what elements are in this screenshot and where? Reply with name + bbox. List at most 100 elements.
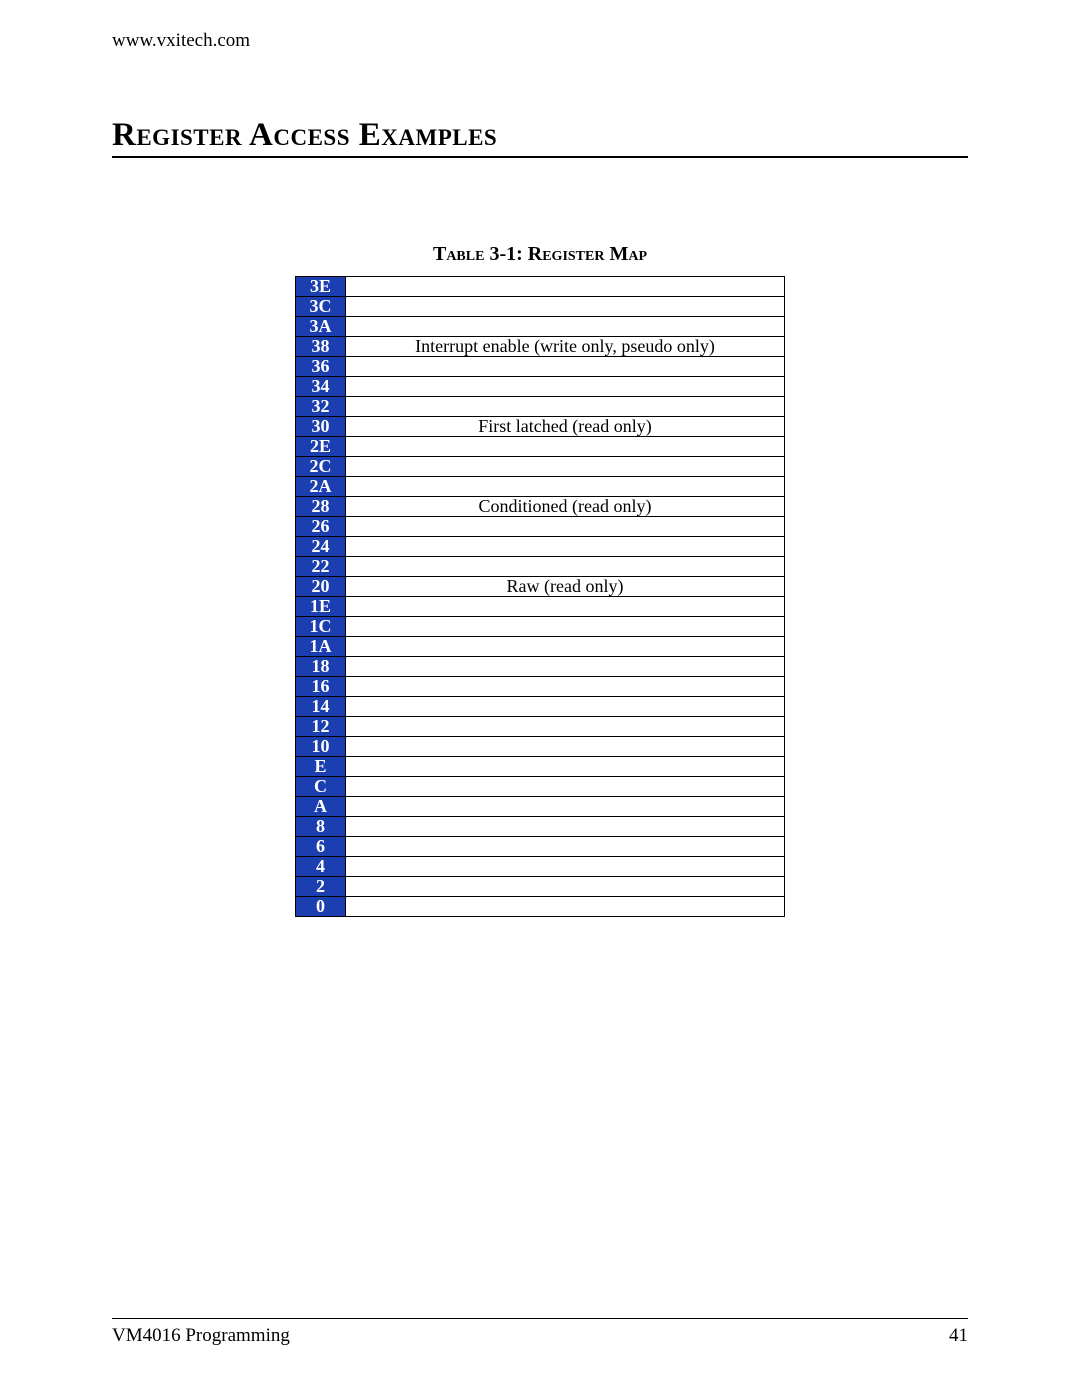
table-row: 2	[296, 877, 785, 897]
register-desc-cell	[346, 397, 785, 417]
section-title: Register Access Examples	[112, 117, 968, 158]
register-address-cell: 4	[296, 857, 346, 877]
register-address-cell: 38	[296, 337, 346, 357]
register-map-tbody: 3E3C3A38Interrupt enable (write only, ps…	[296, 277, 785, 917]
register-desc-cell	[346, 797, 785, 817]
register-desc-cell	[346, 777, 785, 797]
table-row: A	[296, 797, 785, 817]
register-address-cell: 0	[296, 897, 346, 917]
page-content: www.vxitech.com Register Access Examples…	[112, 30, 968, 1347]
register-desc-cell	[346, 437, 785, 457]
table-row: 2C	[296, 457, 785, 477]
register-desc-cell	[346, 537, 785, 557]
table-row: 26	[296, 517, 785, 537]
register-desc-cell	[346, 837, 785, 857]
register-address-cell: 22	[296, 557, 346, 577]
table-row: 0	[296, 897, 785, 917]
register-desc-cell	[346, 297, 785, 317]
table-row: 16	[296, 677, 785, 697]
register-table-wrap: 3E3C3A38Interrupt enable (write only, ps…	[112, 276, 968, 917]
register-address-cell: 12	[296, 717, 346, 737]
register-desc-cell	[346, 617, 785, 637]
table-row: 1A	[296, 637, 785, 657]
table-row: C	[296, 777, 785, 797]
table-row: 28Conditioned (read only)	[296, 497, 785, 517]
table-row: 3E	[296, 277, 785, 297]
register-address-cell: 20	[296, 577, 346, 597]
table-row: 22	[296, 557, 785, 577]
register-address-cell: A	[296, 797, 346, 817]
footer-left: VM4016 Programming	[112, 1325, 290, 1347]
register-address-cell: 3E	[296, 277, 346, 297]
register-desc-cell	[346, 817, 785, 837]
register-address-cell: 3C	[296, 297, 346, 317]
register-address-cell: C	[296, 777, 346, 797]
register-desc-cell	[346, 757, 785, 777]
register-desc-cell	[346, 477, 785, 497]
page-footer: VM4016 Programming 41	[112, 1318, 968, 1347]
register-desc-cell	[346, 457, 785, 477]
table-row: 38Interrupt enable (write only, pseudo o…	[296, 337, 785, 357]
table-row: 34	[296, 377, 785, 397]
register-address-cell: 6	[296, 837, 346, 857]
register-desc-cell	[346, 877, 785, 897]
register-desc-cell	[346, 277, 785, 297]
register-address-cell: 18	[296, 657, 346, 677]
table-row: 8	[296, 817, 785, 837]
register-address-cell: 36	[296, 357, 346, 377]
table-row: 4	[296, 857, 785, 877]
register-desc-cell: First latched (read only)	[346, 417, 785, 437]
register-address-cell: 1A	[296, 637, 346, 657]
table-row: 30First latched (read only)	[296, 417, 785, 437]
header-url: www.vxitech.com	[112, 30, 968, 52]
register-address-cell: 32	[296, 397, 346, 417]
table-row: 6	[296, 837, 785, 857]
register-address-cell: 34	[296, 377, 346, 397]
register-map-table: 3E3C3A38Interrupt enable (write only, ps…	[295, 276, 785, 917]
register-desc-cell	[346, 697, 785, 717]
table-row: 1C	[296, 617, 785, 637]
register-desc-cell	[346, 517, 785, 537]
register-address-cell: 24	[296, 537, 346, 557]
register-desc-cell	[346, 717, 785, 737]
register-desc-cell	[346, 857, 785, 877]
table-row: E	[296, 757, 785, 777]
table-caption: Table 3-1: Register Map	[112, 243, 968, 266]
register-address-cell: 2A	[296, 477, 346, 497]
register-address-cell: 1E	[296, 597, 346, 617]
table-row: 3C	[296, 297, 785, 317]
register-address-cell: 28	[296, 497, 346, 517]
register-address-cell: 1C	[296, 617, 346, 637]
register-desc-cell: Interrupt enable (write only, pseudo onl…	[346, 337, 785, 357]
register-address-cell: 16	[296, 677, 346, 697]
table-row: 2E	[296, 437, 785, 457]
table-row: 3A	[296, 317, 785, 337]
table-row: 2A	[296, 477, 785, 497]
register-address-cell: 26	[296, 517, 346, 537]
register-desc-cell	[346, 317, 785, 337]
register-desc-cell	[346, 737, 785, 757]
register-address-cell: 2	[296, 877, 346, 897]
table-row: 24	[296, 537, 785, 557]
footer-page-number: 41	[949, 1325, 968, 1347]
table-row: 32	[296, 397, 785, 417]
register-address-cell: 2C	[296, 457, 346, 477]
register-address-cell: 30	[296, 417, 346, 437]
register-desc-cell	[346, 597, 785, 617]
register-desc-cell	[346, 657, 785, 677]
register-desc-cell	[346, 897, 785, 917]
register-address-cell: E	[296, 757, 346, 777]
register-desc-cell	[346, 677, 785, 697]
table-row: 20Raw (read only)	[296, 577, 785, 597]
register-desc-cell	[346, 377, 785, 397]
register-desc-cell: Conditioned (read only)	[346, 497, 785, 517]
register-desc-cell	[346, 557, 785, 577]
table-row: 10	[296, 737, 785, 757]
register-desc-cell	[346, 637, 785, 657]
register-desc-cell: Raw (read only)	[346, 577, 785, 597]
table-row: 1E	[296, 597, 785, 617]
table-row: 12	[296, 717, 785, 737]
register-desc-cell	[346, 357, 785, 377]
register-address-cell: 8	[296, 817, 346, 837]
table-row: 36	[296, 357, 785, 377]
